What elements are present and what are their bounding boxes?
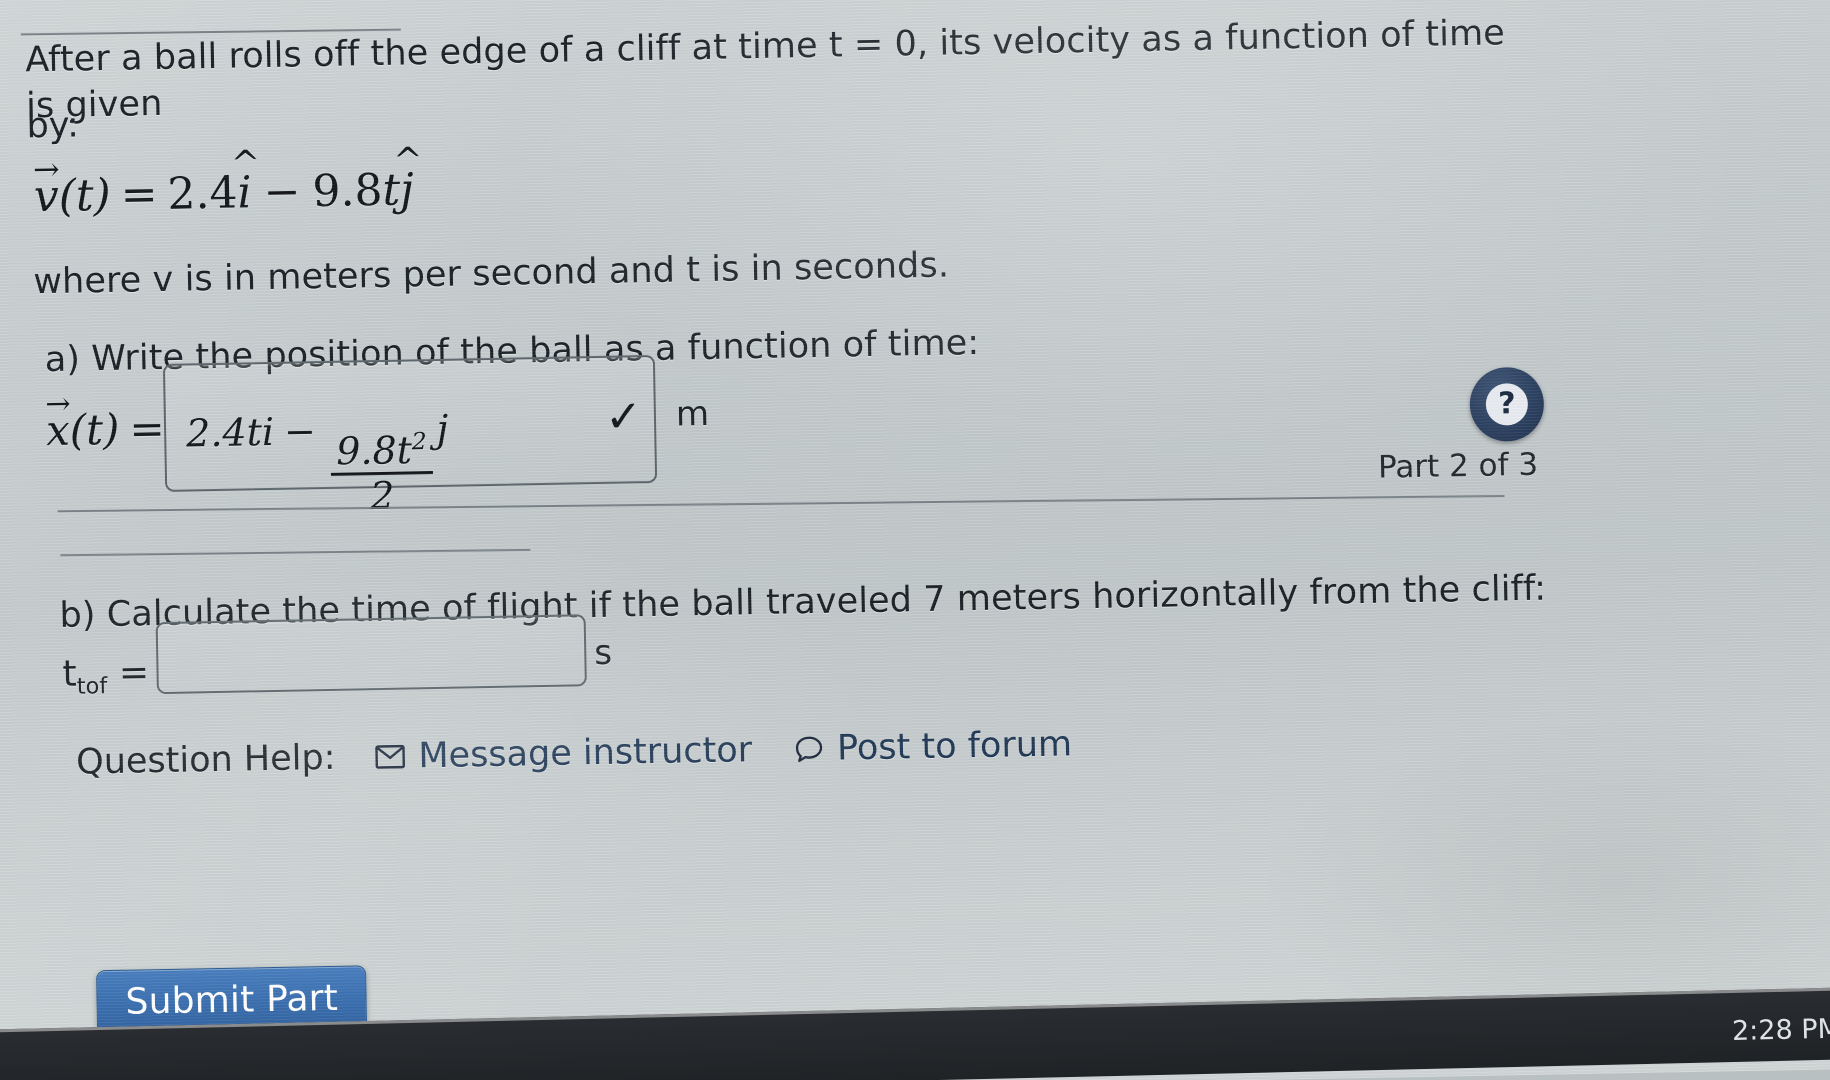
- question-help-row: Question Help: Message instructor Post t…: [76, 724, 1073, 782]
- monitor-screen: After a ball rolls off the edge of a cli…: [0, 0, 1830, 1080]
- part-a-unit-label: m: [675, 393, 710, 435]
- homework-page: After a ball rolls off the edge of a cli…: [0, 0, 1830, 1080]
- answer-fraction-denominator: 2: [369, 473, 395, 518]
- hat-accent-icon-2: ^: [392, 140, 423, 182]
- speech-bubble-icon: [794, 735, 825, 764]
- question-help-label: Question Help:: [75, 737, 336, 783]
- answer-lead-term: 2.4ti: [185, 409, 275, 456]
- position-argument: (t): [69, 404, 120, 455]
- part-b-variable: t: [62, 653, 78, 695]
- question-mark-icon: ?: [1485, 382, 1529, 426]
- hat-accent-icon: ^: [230, 143, 261, 185]
- message-instructor-label: Message instructor: [418, 730, 753, 777]
- vector-arrow-icon-2: →: [44, 386, 71, 423]
- answer-correct-checkmark-icon: ✓: [604, 391, 643, 443]
- position-vector-symbol: → x: [44, 386, 71, 456]
- answer-trailing-unit-vector: j: [436, 406, 449, 451]
- answer-minus: −: [283, 409, 317, 454]
- part-a-answer-label: → x(t) =: [44, 386, 166, 456]
- envelope-icon: [375, 744, 406, 770]
- velocity-vector-symbol: → v: [32, 151, 60, 223]
- question-intro-line-1: After a ball rolls off the edge of a cli…: [24, 13, 1517, 126]
- post-to-forum-link[interactable]: Post to forum: [794, 724, 1073, 769]
- velocity-term1-unit-vector: ^ i: [230, 143, 261, 219]
- part-indicator: Part 2 of 3: [1377, 446, 1539, 486]
- units-note: where v is in meters per second and t is…: [33, 245, 950, 303]
- velocity-argument: (t): [58, 169, 112, 222]
- velocity-term2-unit-vector: ^ j: [392, 140, 423, 216]
- photo-of-screen: After a ball rolls off the edge of a cli…: [0, 0, 1830, 1080]
- part-b-equals: =: [118, 652, 150, 694]
- velocity-term1-coefficient: 2.4: [167, 167, 238, 220]
- velocity-equals: =: [120, 169, 159, 221]
- part-b-top-divider: [60, 548, 531, 557]
- part-a-answer-expression: 2.4ti − 9.8t2 2 j: [186, 407, 450, 519]
- part-b-answer-input[interactable]: [155, 614, 587, 695]
- part-b-unit-label: s: [593, 632, 613, 674]
- message-instructor-link[interactable]: Message instructor: [375, 730, 752, 777]
- help-button[interactable]: ?: [1469, 366, 1545, 442]
- answer-fraction-numerator: 9.8t2: [335, 427, 428, 474]
- part-b-subscript: tof: [76, 673, 108, 700]
- taskbar-clock: 2:28 PM: [1731, 1013, 1830, 1048]
- answer-fraction: 9.8t2 2: [330, 427, 434, 518]
- question-intro-line-2: by:: [26, 105, 80, 147]
- position-equals: =: [128, 403, 166, 454]
- vector-arrow-icon: →: [32, 151, 60, 188]
- part-a-answer-box[interactable]: 2.4ti − 9.8t2 2 j ✓: [162, 354, 658, 518]
- part-b-variable-label: ttof =: [62, 652, 149, 700]
- post-to-forum-label: Post to forum: [836, 724, 1073, 769]
- velocity-equation: → v(t) = 2.4 ^ i −9.8t ^ j: [32, 140, 423, 223]
- velocity-term2-coefficient: 9.8: [311, 164, 383, 218]
